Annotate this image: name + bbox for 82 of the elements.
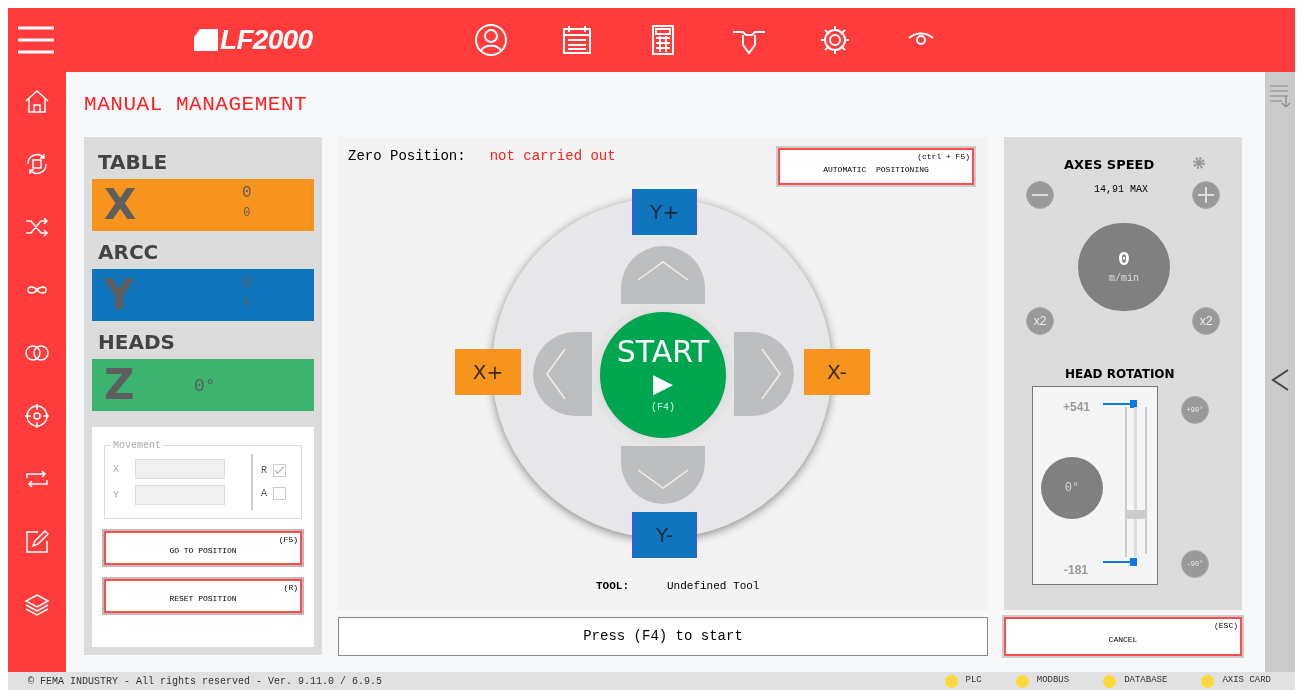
page-title: MANUAL MANAGEMENT (84, 91, 309, 118)
start-hint-bar: Press (F4) to start (338, 617, 988, 656)
field-label: X (113, 462, 120, 477)
checkbox[interactable] (273, 464, 286, 477)
range-marker-icon (1103, 400, 1137, 408)
range-marker-icon (1103, 558, 1137, 566)
double-speed-button[interactable]: x2 (1026, 307, 1054, 335)
status-label: MODBUS (1036, 674, 1070, 688)
axis-letter: X (104, 184, 137, 226)
button-label: RESET POSITION (169, 593, 237, 605)
checkbox-label: R (261, 464, 267, 478)
axis-position: 0° (194, 375, 216, 398)
logo-mark-icon (194, 29, 218, 51)
axis-offset: 0 (243, 295, 251, 312)
x-minus-button[interactable]: X- (804, 349, 870, 395)
status-label: AXIS CARD (1222, 674, 1271, 688)
tool-name: Undefined Tool (667, 579, 760, 594)
automatic-positioning-button[interactable]: (ctrl + F5) AUTOMATIC POSITIONING (778, 148, 974, 185)
start-label: START (616, 335, 710, 368)
axis-offset: 0 (243, 205, 251, 222)
chevron-left-icon (545, 348, 567, 400)
axis-group-title: ARCC (97, 239, 160, 266)
input-field[interactable] (135, 485, 225, 505)
max-speed: 14,91 MAX (1094, 183, 1148, 197)
list-icon[interactable] (1269, 84, 1291, 108)
user-icon[interactable] (473, 22, 509, 58)
button-label: CANCEL (1107, 633, 1139, 646)
shortcut-hint: (R) (283, 582, 298, 594)
position-button[interactable]: (R) RESET POSITION (104, 579, 302, 613)
tool-label: TOOL: (596, 579, 629, 594)
zero-position-label: Zero Position: (348, 147, 466, 166)
slider-thumb[interactable] (1125, 509, 1145, 519)
status-label: DATABASE (1124, 674, 1168, 688)
speed-value: 0 (1118, 248, 1130, 271)
button-label: GO TO POSITION (169, 545, 237, 557)
axis-group-title: HEADS (97, 329, 176, 356)
speed-unit: m/min (1109, 271, 1139, 286)
double-speed-button[interactable]: x2 (1192, 307, 1220, 335)
rotation-min: -181 (1064, 562, 1089, 579)
edit-icon[interactable] (24, 529, 50, 555)
axis-group-title: TABLE (97, 149, 169, 176)
checkbox[interactable] (273, 487, 286, 500)
axis-letter: Z (104, 364, 135, 406)
rotation-angle: 0° (1064, 480, 1080, 497)
increase-speed-button[interactable] (1192, 181, 1220, 209)
home-icon[interactable] (24, 88, 50, 114)
axis-letter: Y (104, 274, 135, 316)
shortcut-hint: (F5) (278, 534, 298, 546)
start-shortcut: (F4) (651, 400, 675, 415)
input-field[interactable] (135, 459, 225, 479)
plus-icon (1198, 187, 1214, 203)
field-label: Y (113, 488, 120, 503)
chevron-right-icon (760, 348, 782, 400)
play-icon: ▶ (653, 367, 673, 398)
chevron-down-icon (637, 468, 689, 490)
copyright: © FEMA INDUSTRY - All rights reserved - Ver. 9.11.0 / 6.9.5 (28, 674, 383, 689)
chevron-left-icon[interactable] (1271, 368, 1289, 392)
x-plus-button[interactable]: X+ (455, 349, 521, 395)
cancel-button[interactable]: (ESC) CANCEL (1004, 617, 1242, 656)
y-plus-button[interactable]: Y+ (632, 189, 697, 235)
shortcut-hint: (ctrl + F5) (917, 151, 970, 163)
position-button[interactable]: (F5) GO TO POSITION (104, 531, 302, 565)
status-label: PLC (965, 674, 982, 688)
rotation-max: +541 (1063, 399, 1091, 416)
button-label: AUTOMATIC POSITIONING (822, 163, 930, 176)
layers-icon[interactable] (24, 592, 50, 618)
target-icon[interactable] (24, 403, 50, 429)
checkbox-label: A (261, 487, 267, 501)
axis-position: 0 (242, 183, 252, 203)
zero-position-status: not carried out (489, 147, 616, 166)
decrease-speed-button[interactable] (1026, 181, 1054, 209)
minus-icon (1032, 194, 1048, 196)
head-rotation-title: HEAD ROTATION (1065, 366, 1175, 383)
menu-icon[interactable] (18, 26, 54, 54)
logo: LF2000 (220, 23, 313, 57)
y-minus-button[interactable]: Y- (632, 512, 697, 558)
axes-speed-title: AXES SPEED (1064, 156, 1155, 174)
settings-icon[interactable] (1192, 156, 1206, 170)
shortcut-hint: (ESC) (1214, 620, 1238, 632)
axis-position: 0 (242, 273, 252, 293)
chevron-up-icon (637, 260, 689, 282)
rotate-icon[interactable] (24, 151, 50, 177)
